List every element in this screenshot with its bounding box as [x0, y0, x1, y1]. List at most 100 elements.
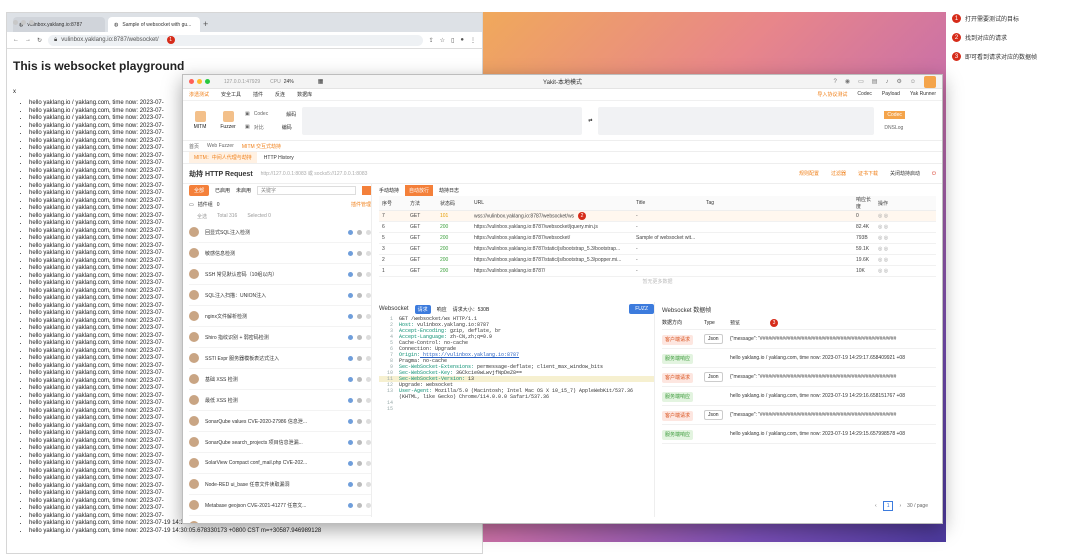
plugin-search-input[interactable]: 关键字 — [257, 185, 356, 195]
gear-icon[interactable] — [357, 229, 362, 235]
filter-enabled[interactable]: 已启用 — [215, 187, 230, 194]
gear-icon[interactable] — [357, 460, 362, 466]
table-row[interactable]: 1 GET 200 https://vulinbox.yaklang.io:8787/… — [379, 265, 936, 277]
frame-row[interactable]: 客户端请求 Json {"message": "##################… — [662, 406, 936, 425]
cloud-icon[interactable] — [348, 502, 353, 508]
plugin-item[interactable]: SolarView Compact conf_mail.php CVE-202.… — [189, 453, 371, 474]
checkbox-icon[interactable] — [366, 418, 371, 424]
checkbox-icon[interactable] — [366, 376, 371, 382]
plugin-item[interactable]: 最低 XSS 检测 — [189, 390, 371, 411]
gear-icon[interactable] — [357, 250, 362, 256]
minimize-dot[interactable] — [21, 20, 26, 25]
cloud-icon[interactable] — [348, 418, 353, 424]
cloud-icon[interactable] — [348, 524, 353, 525]
decode-select[interactable]: 解码 — [286, 111, 296, 118]
checkbox-icon[interactable] — [366, 355, 371, 361]
gear-icon[interactable] — [357, 376, 362, 382]
checkbox-icon[interactable] — [366, 502, 371, 508]
view-icon[interactable]: ◎ — [878, 268, 882, 274]
cloud-icon[interactable] — [348, 229, 353, 235]
prev-page-icon[interactable]: ‹ — [875, 503, 877, 509]
checkbox-icon[interactable] — [366, 229, 371, 235]
codec-input[interactable] — [302, 106, 583, 135]
plugin-manage-link[interactable]: 插件管理 — [351, 201, 371, 208]
checkbox-icon[interactable] — [366, 250, 371, 256]
col-tag[interactable]: Tag — [703, 196, 853, 211]
gear-icon[interactable] — [357, 292, 362, 298]
menu-item-pentest[interactable]: 渗透测试 — [189, 91, 209, 98]
frame-row[interactable]: 服务端响应 hello yaklang.io / yaklang.com, tim… — [662, 387, 936, 406]
flow-tab-log[interactable]: 劫持日志 — [439, 187, 459, 194]
stop-hijack-button[interactable]: 关闭劫持启动 — [890, 170, 920, 177]
gear-icon[interactable] — [357, 418, 362, 424]
gear-icon[interactable] — [357, 397, 362, 403]
more-icon[interactable]: ◎ — [884, 224, 888, 230]
codec-output[interactable] — [598, 106, 875, 135]
cloud-icon[interactable] — [348, 250, 353, 256]
fuzz-button[interactable]: FUZZ — [629, 304, 654, 314]
frame-row[interactable]: 服务端响应 hello yaklang.io / yaklang.com, tim… — [662, 349, 936, 368]
plugin-item[interactable]: Node-RED ui_base 任意文件读取漏洞 — [189, 474, 371, 495]
sidebar-icon[interactable]: ▯ — [451, 37, 454, 44]
col-title[interactable]: Title — [633, 196, 703, 211]
dnslog-button[interactable]: DNSLog — [884, 125, 904, 131]
plugin-item[interactable]: SonarQube values CVE-2020-27986 信息泄... — [189, 411, 371, 432]
new-tab-icon[interactable]: + — [203, 19, 208, 29]
plugin-item[interactable]: 基础 XSS 检测 — [189, 369, 371, 390]
current-page[interactable]: 1 — [882, 501, 894, 511]
gear-icon[interactable] — [357, 502, 362, 508]
menu-item-reverse[interactable]: 反连 — [275, 91, 285, 98]
checkbox-icon[interactable] — [366, 524, 371, 525]
star-icon[interactable]: ☆ — [440, 37, 445, 44]
codec-link[interactable]: Codec — [857, 91, 871, 98]
menu-item-tools[interactable]: 安全工具 — [221, 91, 241, 98]
menu-item-plugins[interactable]: 插件 — [253, 91, 263, 98]
col-id[interactable]: 序号 — [379, 196, 407, 211]
rule-config-button[interactable]: 规则配置 — [799, 170, 819, 177]
payload-link[interactable]: Payload — [882, 91, 900, 98]
cloud-icon[interactable] — [348, 292, 353, 298]
cloud-icon[interactable] — [348, 334, 353, 340]
checkbox-icon[interactable] — [366, 271, 371, 277]
table-row[interactable]: 7 GET 101 wss://vulinbox.yaklang.io:8787/we… — [379, 210, 936, 222]
plugin-item[interactable]: 回显式SQL注入检测 — [189, 222, 371, 243]
select-all[interactable]: 全选 — [197, 213, 207, 220]
share-icon[interactable]: ⇪ — [429, 37, 434, 44]
swap-icon[interactable]: ⇄ — [588, 118, 592, 124]
subtab-mitm-proxy[interactable]: MITM：中间人代理与劫持 — [189, 152, 257, 163]
profile-icon[interactable]: ● — [460, 37, 464, 44]
table-row[interactable]: 6 GET 200 https://vulinbox.yaklang.io:8787/… — [379, 221, 936, 233]
frame-row[interactable]: 客户端请求 Json {"message": "##################… — [662, 368, 936, 387]
plugin-item[interactable]: MessageSolution CNVD-2021-10543邮件归... — [189, 516, 371, 525]
tab-web-fuzzer[interactable]: Web Fuzzer — [207, 143, 234, 149]
cloud-icon[interactable] — [348, 376, 353, 382]
checkbox-icon[interactable] — [366, 397, 371, 403]
page-size-select[interactable]: 30 / page — [907, 503, 928, 509]
fuzzer-tool[interactable]: Fuzzer — [217, 111, 239, 130]
checkbox-icon[interactable] — [366, 292, 371, 298]
col-length[interactable]: 响应长度 — [853, 196, 875, 211]
tab-mitm[interactable]: MITM 交互式劫持 — [242, 143, 281, 150]
gear-icon[interactable] — [357, 439, 362, 445]
cloud-icon[interactable] — [348, 481, 353, 487]
plugin-item[interactable]: SSH 常见默认密码（10组以内） — [189, 264, 371, 285]
view-icon[interactable]: ◎ — [878, 235, 882, 241]
col-url[interactable]: URL — [471, 196, 633, 211]
plugin-item[interactable]: SonarQube search_projects 项目信息泄漏... — [189, 432, 371, 453]
yak-runner-link[interactable]: Yak Runner — [910, 91, 936, 98]
filter-button[interactable]: 过滤器 — [831, 170, 846, 177]
zoom-dot[interactable] — [29, 20, 34, 25]
cloud-icon[interactable] — [348, 271, 353, 277]
request-tab[interactable]: 请求 — [414, 304, 431, 314]
checkbox-icon[interactable] — [366, 481, 371, 487]
view-icon[interactable]: ◎ — [878, 257, 882, 263]
table-row[interactable]: 3 GET 200 https://vulinbox.yaklang.io:8787/… — [379, 243, 936, 255]
plugin-item[interactable]: 敏感信息检测 — [189, 243, 371, 264]
subtab-http-history[interactable]: HTTP History — [259, 153, 299, 163]
gear-icon[interactable] — [357, 524, 362, 525]
plugin-item[interactable]: Metabase geojson CVE-2021-41277 任意文... — [189, 495, 371, 516]
plugin-item[interactable]: nginx文件解析检测 — [189, 306, 371, 327]
frame-row[interactable]: 服务端响应 hello yaklang.io / yaklang.com, tim… — [662, 425, 936, 444]
back-icon[interactable]: ← — [13, 37, 19, 43]
next-page-icon[interactable]: › — [899, 503, 901, 509]
